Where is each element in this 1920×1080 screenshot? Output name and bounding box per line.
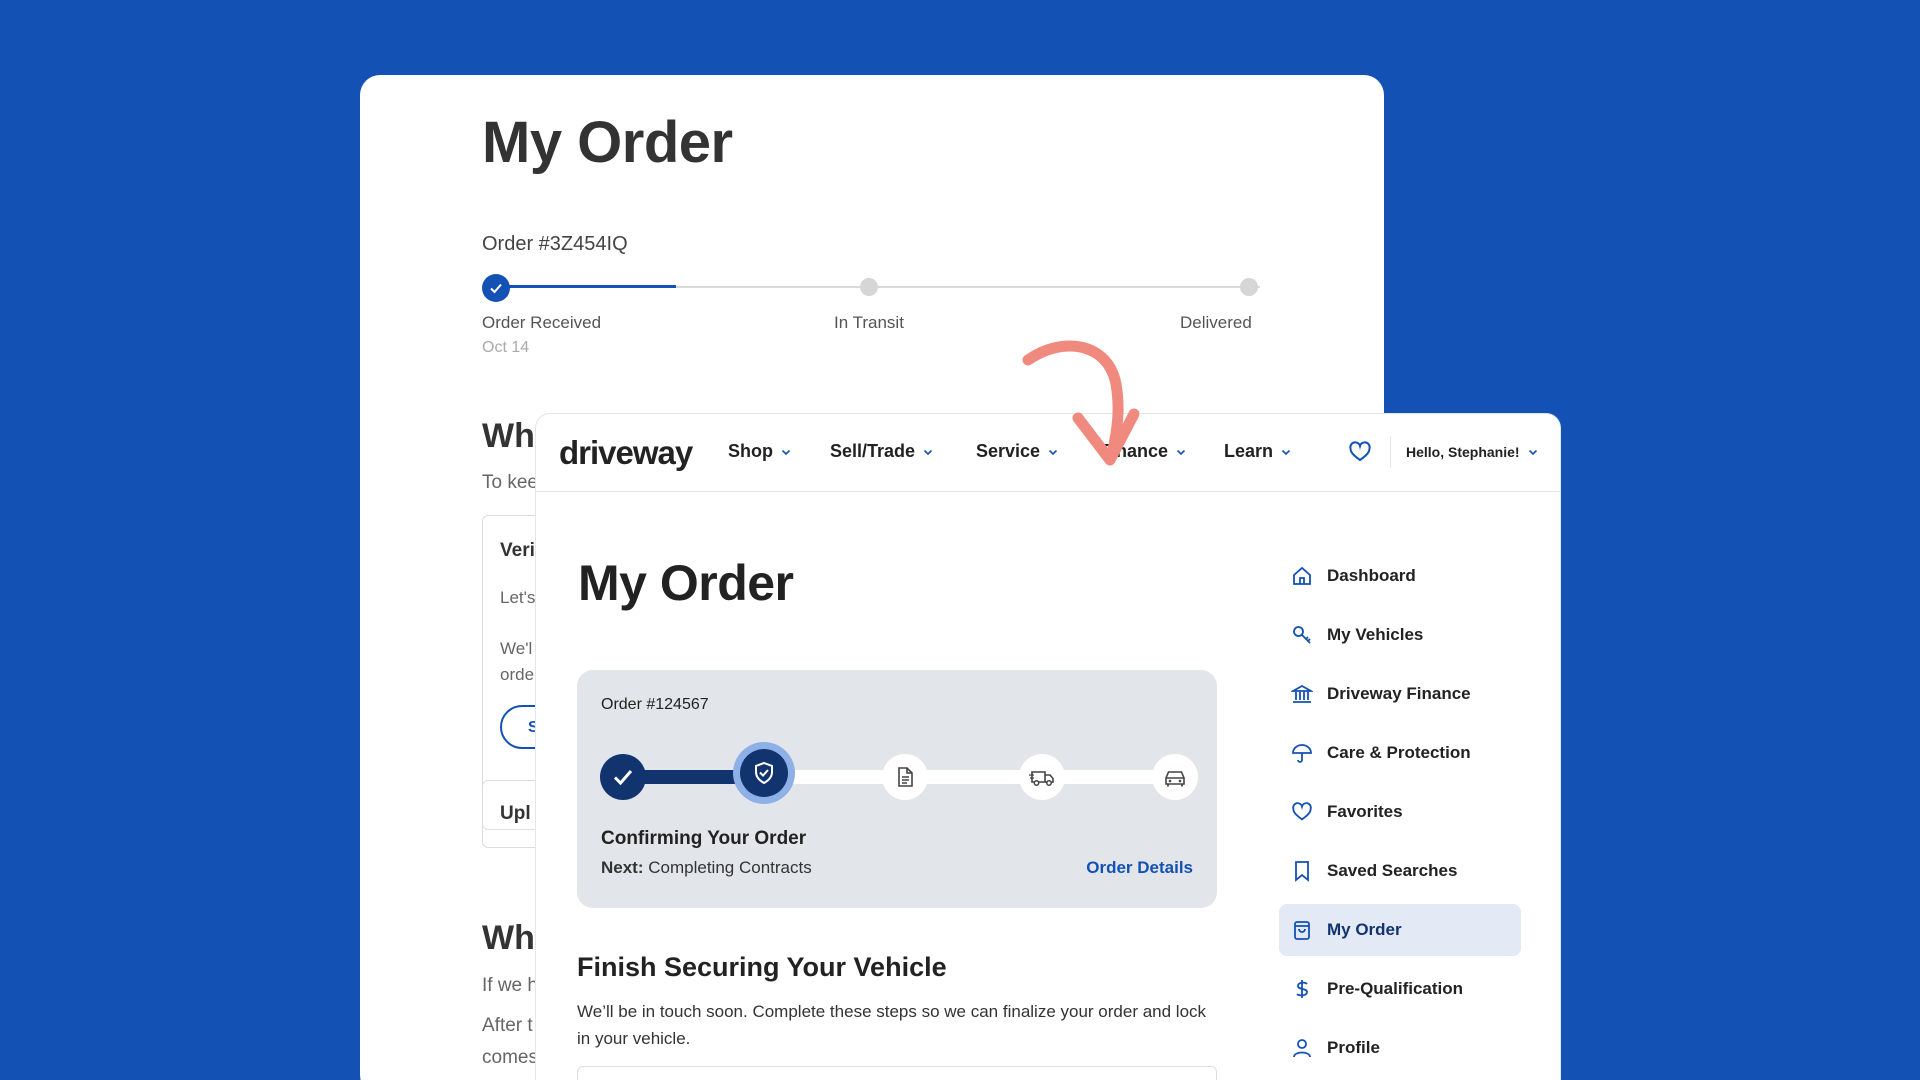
check-icon — [490, 283, 502, 294]
old-section-text: If we h — [482, 975, 538, 996]
sidebar-item-dashboard[interactable]: Dashboard — [1279, 550, 1521, 602]
sidebar-item-label: Pre-Qualification — [1327, 979, 1464, 998]
old-step-transit-dot — [860, 278, 878, 296]
sidebar-item-label: Driveway Finance — [1327, 684, 1471, 703]
sidebar-item-profile[interactable]: Profile — [1279, 1022, 1521, 1074]
sidebar-item-care-protection[interactable]: Care & Protection — [1279, 727, 1521, 779]
home-icon — [1293, 566, 1311, 585]
nav-sell-trade[interactable]: Sell/Trade — [830, 441, 933, 462]
sidebar-item-my-vehicles[interactable]: My Vehicles — [1279, 609, 1521, 661]
car-icon — [1165, 771, 1185, 787]
heart-icon — [1292, 802, 1312, 821]
step-vehicle — [1152, 754, 1198, 800]
order-number: Order #124567 — [601, 696, 709, 713]
shield-check-icon — [755, 761, 773, 785]
sidebar-item-saved-searches[interactable]: Saved Searches — [1279, 845, 1521, 897]
sidebar-item-my-order[interactable]: My Order — [1279, 904, 1521, 956]
next-value: Completing Contracts — [648, 858, 812, 877]
dollar-icon — [1296, 980, 1308, 998]
step-current-inner — [740, 749, 788, 797]
order-next-step: Next: Completing Contracts — [601, 858, 812, 878]
sidebar-item-label: Dashboard — [1327, 566, 1416, 585]
order-status-card: Order #124567 Confirming Your Order Next… — [577, 670, 1217, 908]
delivery-truck-icon — [1029, 771, 1054, 786]
heart-icon[interactable] — [1348, 440, 1372, 464]
nav-label: Shop — [728, 441, 773, 461]
check-icon — [613, 770, 633, 786]
driveway-logo[interactable]: driveway — [559, 434, 693, 472]
sidebar-item-driveway-finance[interactable]: Driveway Finance — [1279, 668, 1521, 720]
nav-label: Learn — [1224, 441, 1274, 461]
old-step-label: Order Received — [482, 313, 602, 332]
umbrella-icon — [1292, 744, 1312, 763]
old-section-text: To kee — [482, 472, 538, 493]
bookmark-icon — [1295, 861, 1309, 882]
chevron-down-icon — [1281, 449, 1291, 455]
sidebar-item-favorites[interactable]: Favorites — [1279, 786, 1521, 838]
sidebar-item-label: Profile — [1327, 1038, 1380, 1057]
next-label: Next: — [601, 858, 644, 877]
old-step-label: Delivered — [1180, 313, 1252, 332]
old-box-text: We'l — [500, 639, 533, 658]
old-box-text: Let's — [500, 588, 536, 607]
old-section-text: After t — [482, 1015, 533, 1036]
old-box-text: orde — [500, 665, 535, 684]
old-step-label: In Transit — [834, 313, 904, 332]
order-status-title: Confirming Your Order — [601, 828, 807, 849]
sidebar-item-label: My Order — [1327, 920, 1402, 939]
old-page-title: My Order — [482, 110, 733, 175]
old-section-heading: Wh — [482, 919, 535, 957]
nav-shop[interactable]: Shop — [728, 441, 791, 462]
finish-steps-box — [577, 1066, 1217, 1080]
bag-icon — [1294, 921, 1310, 940]
curved-arrow-icon — [1022, 340, 1140, 466]
chevron-down-icon — [1528, 449, 1537, 456]
sidebar-item-label: My Vehicles — [1327, 625, 1424, 644]
sidebar-item-label: Favorites — [1327, 802, 1403, 821]
chevron-down-icon — [781, 449, 791, 455]
old-box-heading: Upl — [500, 803, 531, 824]
step-contracts — [882, 754, 928, 800]
sidebar-item-label: Care & Protection — [1327, 743, 1471, 762]
old-section-text: comes — [482, 1047, 538, 1068]
new-order-page: driveway Shop Sell/Trade Service Finance… — [536, 414, 1560, 1080]
chevron-down-icon — [923, 449, 933, 455]
chevron-down-icon — [1176, 449, 1186, 455]
old-box-heading: Veri — [500, 540, 535, 561]
car-key-icon — [1293, 626, 1311, 644]
user-menu[interactable]: Hello, Stephanie! — [1406, 444, 1538, 460]
nav-divider — [1390, 436, 1391, 468]
sidebar-item-pre-qualification[interactable]: Pre-Qualification — [1279, 963, 1521, 1015]
order-details-link[interactable]: Order Details — [1086, 858, 1193, 878]
step-delivery — [1019, 754, 1065, 800]
finish-heading: Finish Securing Your Vehicle — [577, 952, 947, 982]
old-section-heading: Wh — [482, 417, 535, 455]
nav-label: Sell/Trade — [830, 441, 916, 461]
step-order-received — [600, 754, 646, 800]
step-confirming-order — [733, 742, 795, 804]
page-title: My Order — [578, 555, 794, 611]
bank-icon — [1291, 684, 1313, 703]
old-step-delivered-dot — [1240, 278, 1258, 296]
old-order-number: Order #3Z454IQ — [482, 233, 628, 255]
old-progress-fill — [494, 285, 676, 288]
user-greeting: Hello, Stephanie! — [1406, 444, 1520, 460]
nav-learn[interactable]: Learn — [1224, 441, 1291, 462]
sidebar-item-label: Saved Searches — [1327, 861, 1458, 880]
old-step-date: Oct 14 — [482, 339, 530, 356]
person-icon — [1293, 1039, 1311, 1058]
document-icon — [898, 767, 913, 787]
old-step-received-dot — [482, 274, 510, 302]
finish-text: We’ll be in touch soon. Complete these s… — [577, 1002, 1207, 1048]
